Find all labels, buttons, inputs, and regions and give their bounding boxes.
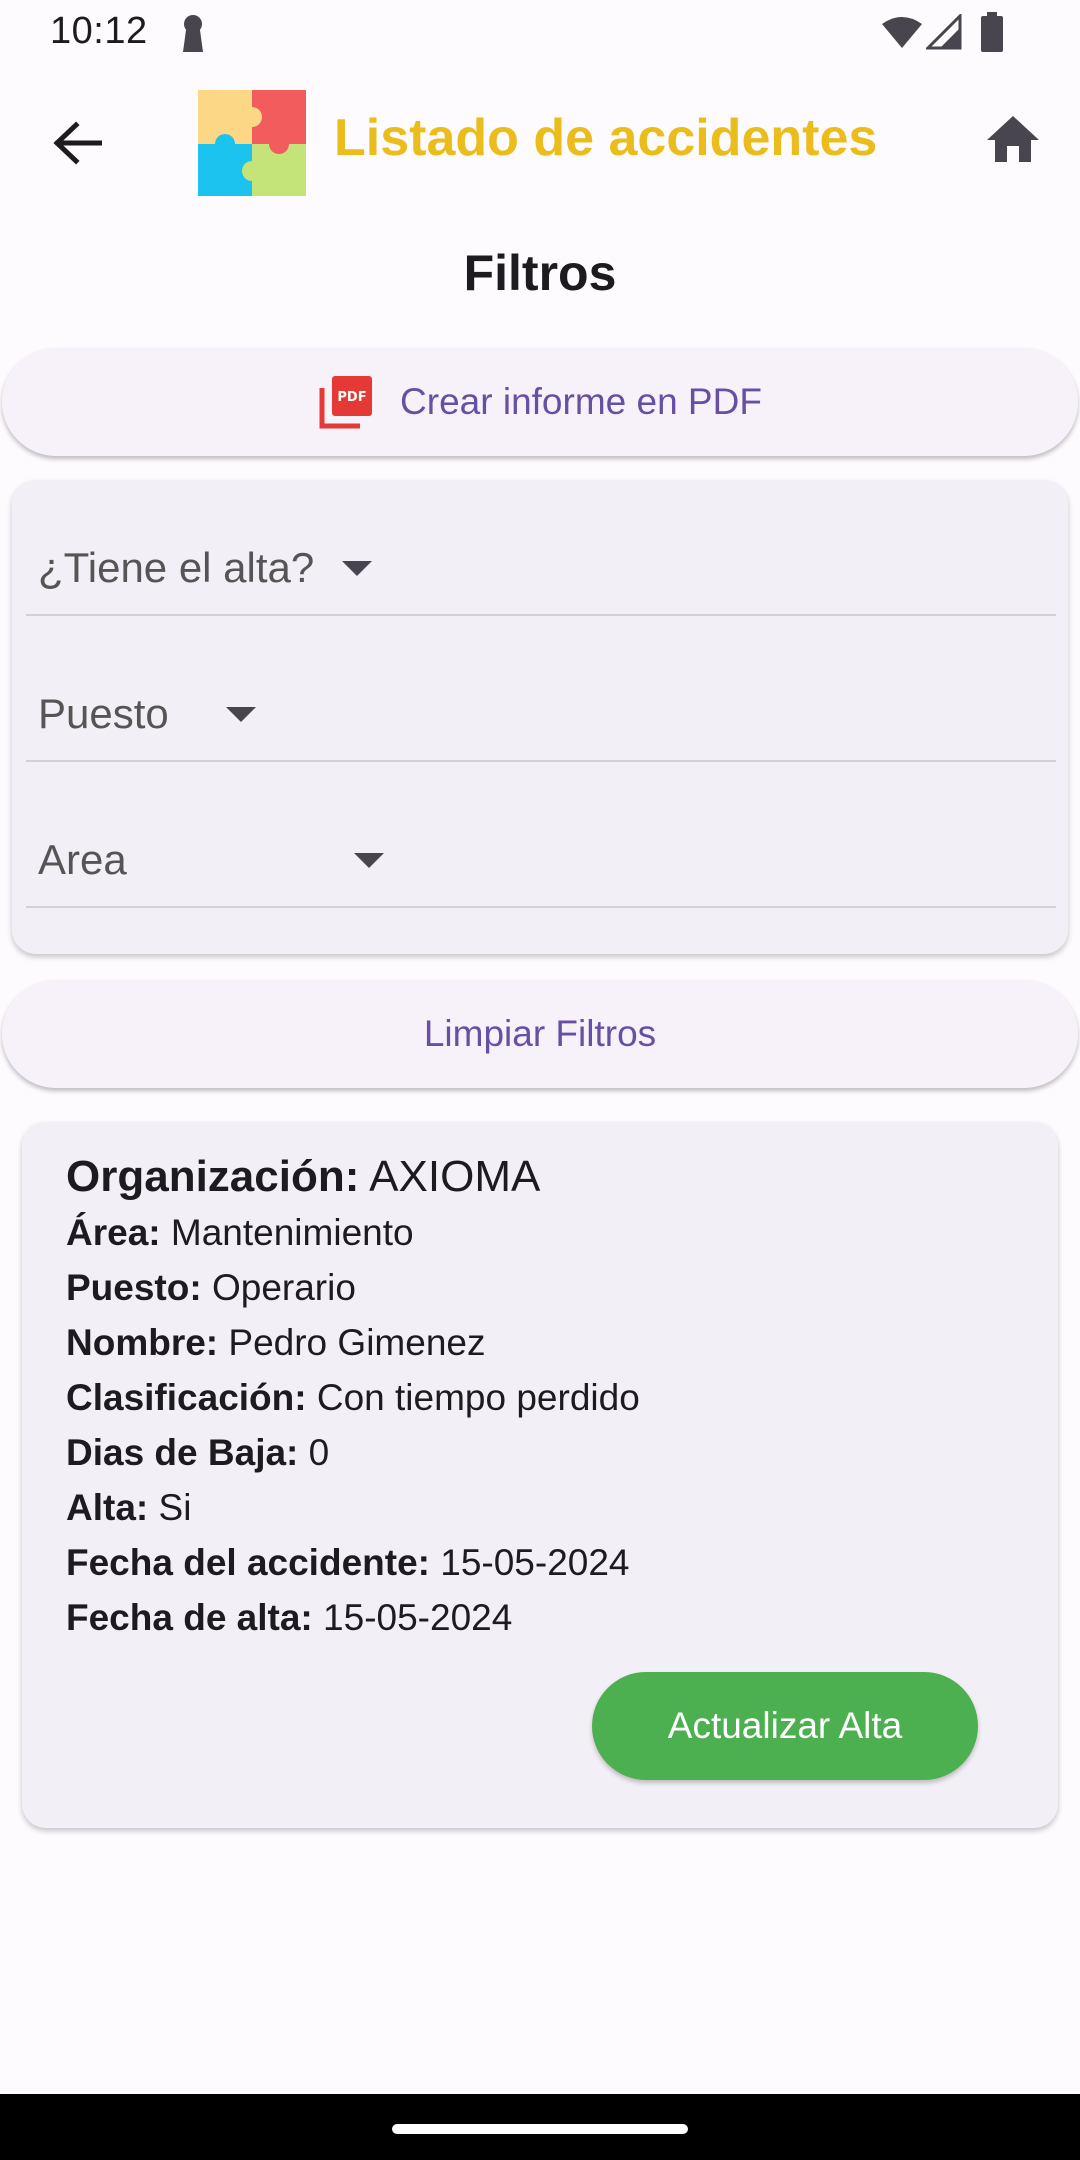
filter-card: ¿Tiene el alta? Puesto Area: [12, 480, 1068, 954]
puesto-dropdown[interactable]: Puesto: [26, 614, 1056, 762]
back-arrow-icon: [52, 120, 103, 170]
battery-icon: [980, 12, 1004, 52]
field-label: Puesto:: [66, 1267, 202, 1308]
create-pdf-label: Crear informe en PDF: [400, 381, 762, 422]
organization-line: Organización: AXIOMA: [66, 1152, 540, 1202]
area-field: Área: Mantenimiento: [66, 1212, 414, 1254]
chevron-down-icon: [354, 853, 384, 868]
field-label: Alta:: [66, 1487, 149, 1528]
alta-field: Alta: Si: [66, 1487, 191, 1529]
field-value: Pedro Gimenez: [228, 1322, 486, 1363]
area-dropdown[interactable]: Area: [26, 760, 1056, 908]
svg-text:PDF: PDF: [337, 390, 366, 405]
filters-heading: Filtros: [463, 245, 617, 301]
dias-baja-field: Dias de Baja: 0: [66, 1432, 329, 1474]
field-value: 15-05-2024: [440, 1542, 630, 1583]
home-icon: [985, 114, 1041, 169]
alta-dropdown[interactable]: ¿Tiene el alta?: [26, 480, 1056, 616]
field-label: Clasificación:: [66, 1377, 307, 1418]
back-button[interactable]: [42, 110, 112, 180]
clear-filters-label: Limpiar Filtros: [423, 1013, 657, 1054]
field-label: Área:: [66, 1212, 161, 1253]
chevron-down-icon: [226, 707, 256, 722]
field-value: Con tiempo perdido: [316, 1377, 640, 1418]
create-pdf-button[interactable]: PDF Crear informe en PDF: [2, 348, 1078, 456]
clasificacion-field: Clasificación: Con tiempo perdido: [66, 1377, 640, 1419]
nombre-field: Nombre: Pedro Gimenez: [66, 1322, 485, 1364]
field-label: Fecha del accidente:: [66, 1542, 430, 1583]
organization-value: AXIOMA: [369, 1152, 541, 1201]
chevron-down-icon: [342, 561, 372, 576]
status-time: 10:12: [50, 10, 148, 52]
field-value: 0: [308, 1432, 330, 1473]
pdf-icon: PDF: [318, 374, 374, 430]
home-indicator[interactable]: [392, 2124, 688, 2134]
wifi-icon: [880, 16, 924, 50]
fecha-accidente-field: Fecha del accidente: 15-05-2024: [66, 1542, 630, 1584]
puzzle-logo-icon: [196, 88, 308, 198]
field-value: Operario: [211, 1267, 356, 1308]
signal-icon: [924, 12, 962, 50]
area-dropdown-label: Area: [38, 836, 127, 883]
lock-icon: [178, 14, 208, 54]
home-button[interactable]: [978, 106, 1048, 176]
field-value: 15-05-2024: [323, 1597, 513, 1638]
update-alta-button[interactable]: Actualizar Alta: [592, 1672, 978, 1780]
page-title: Listado de accidentes: [334, 109, 878, 167]
alta-dropdown-label: ¿Tiene el alta?: [38, 544, 315, 591]
field-label: Dias de Baja:: [66, 1432, 299, 1473]
field-value: Si: [158, 1487, 192, 1528]
puesto-dropdown-label: Puesto: [38, 690, 169, 737]
field-value: Mantenimiento: [170, 1212, 414, 1253]
fecha-alta-field: Fecha de alta: 15-05-2024: [66, 1597, 512, 1639]
puesto-field: Puesto: Operario: [66, 1267, 356, 1309]
clear-filters-button[interactable]: Limpiar Filtros: [2, 980, 1078, 1088]
organization-label: Organización:: [66, 1152, 360, 1201]
status-bar: 10:12: [0, 0, 1080, 66]
accident-card: Organización: AXIOMA Área: Mantenimiento…: [22, 1122, 1058, 1828]
field-label: Fecha de alta:: [66, 1597, 313, 1638]
field-label: Nombre:: [66, 1322, 219, 1363]
